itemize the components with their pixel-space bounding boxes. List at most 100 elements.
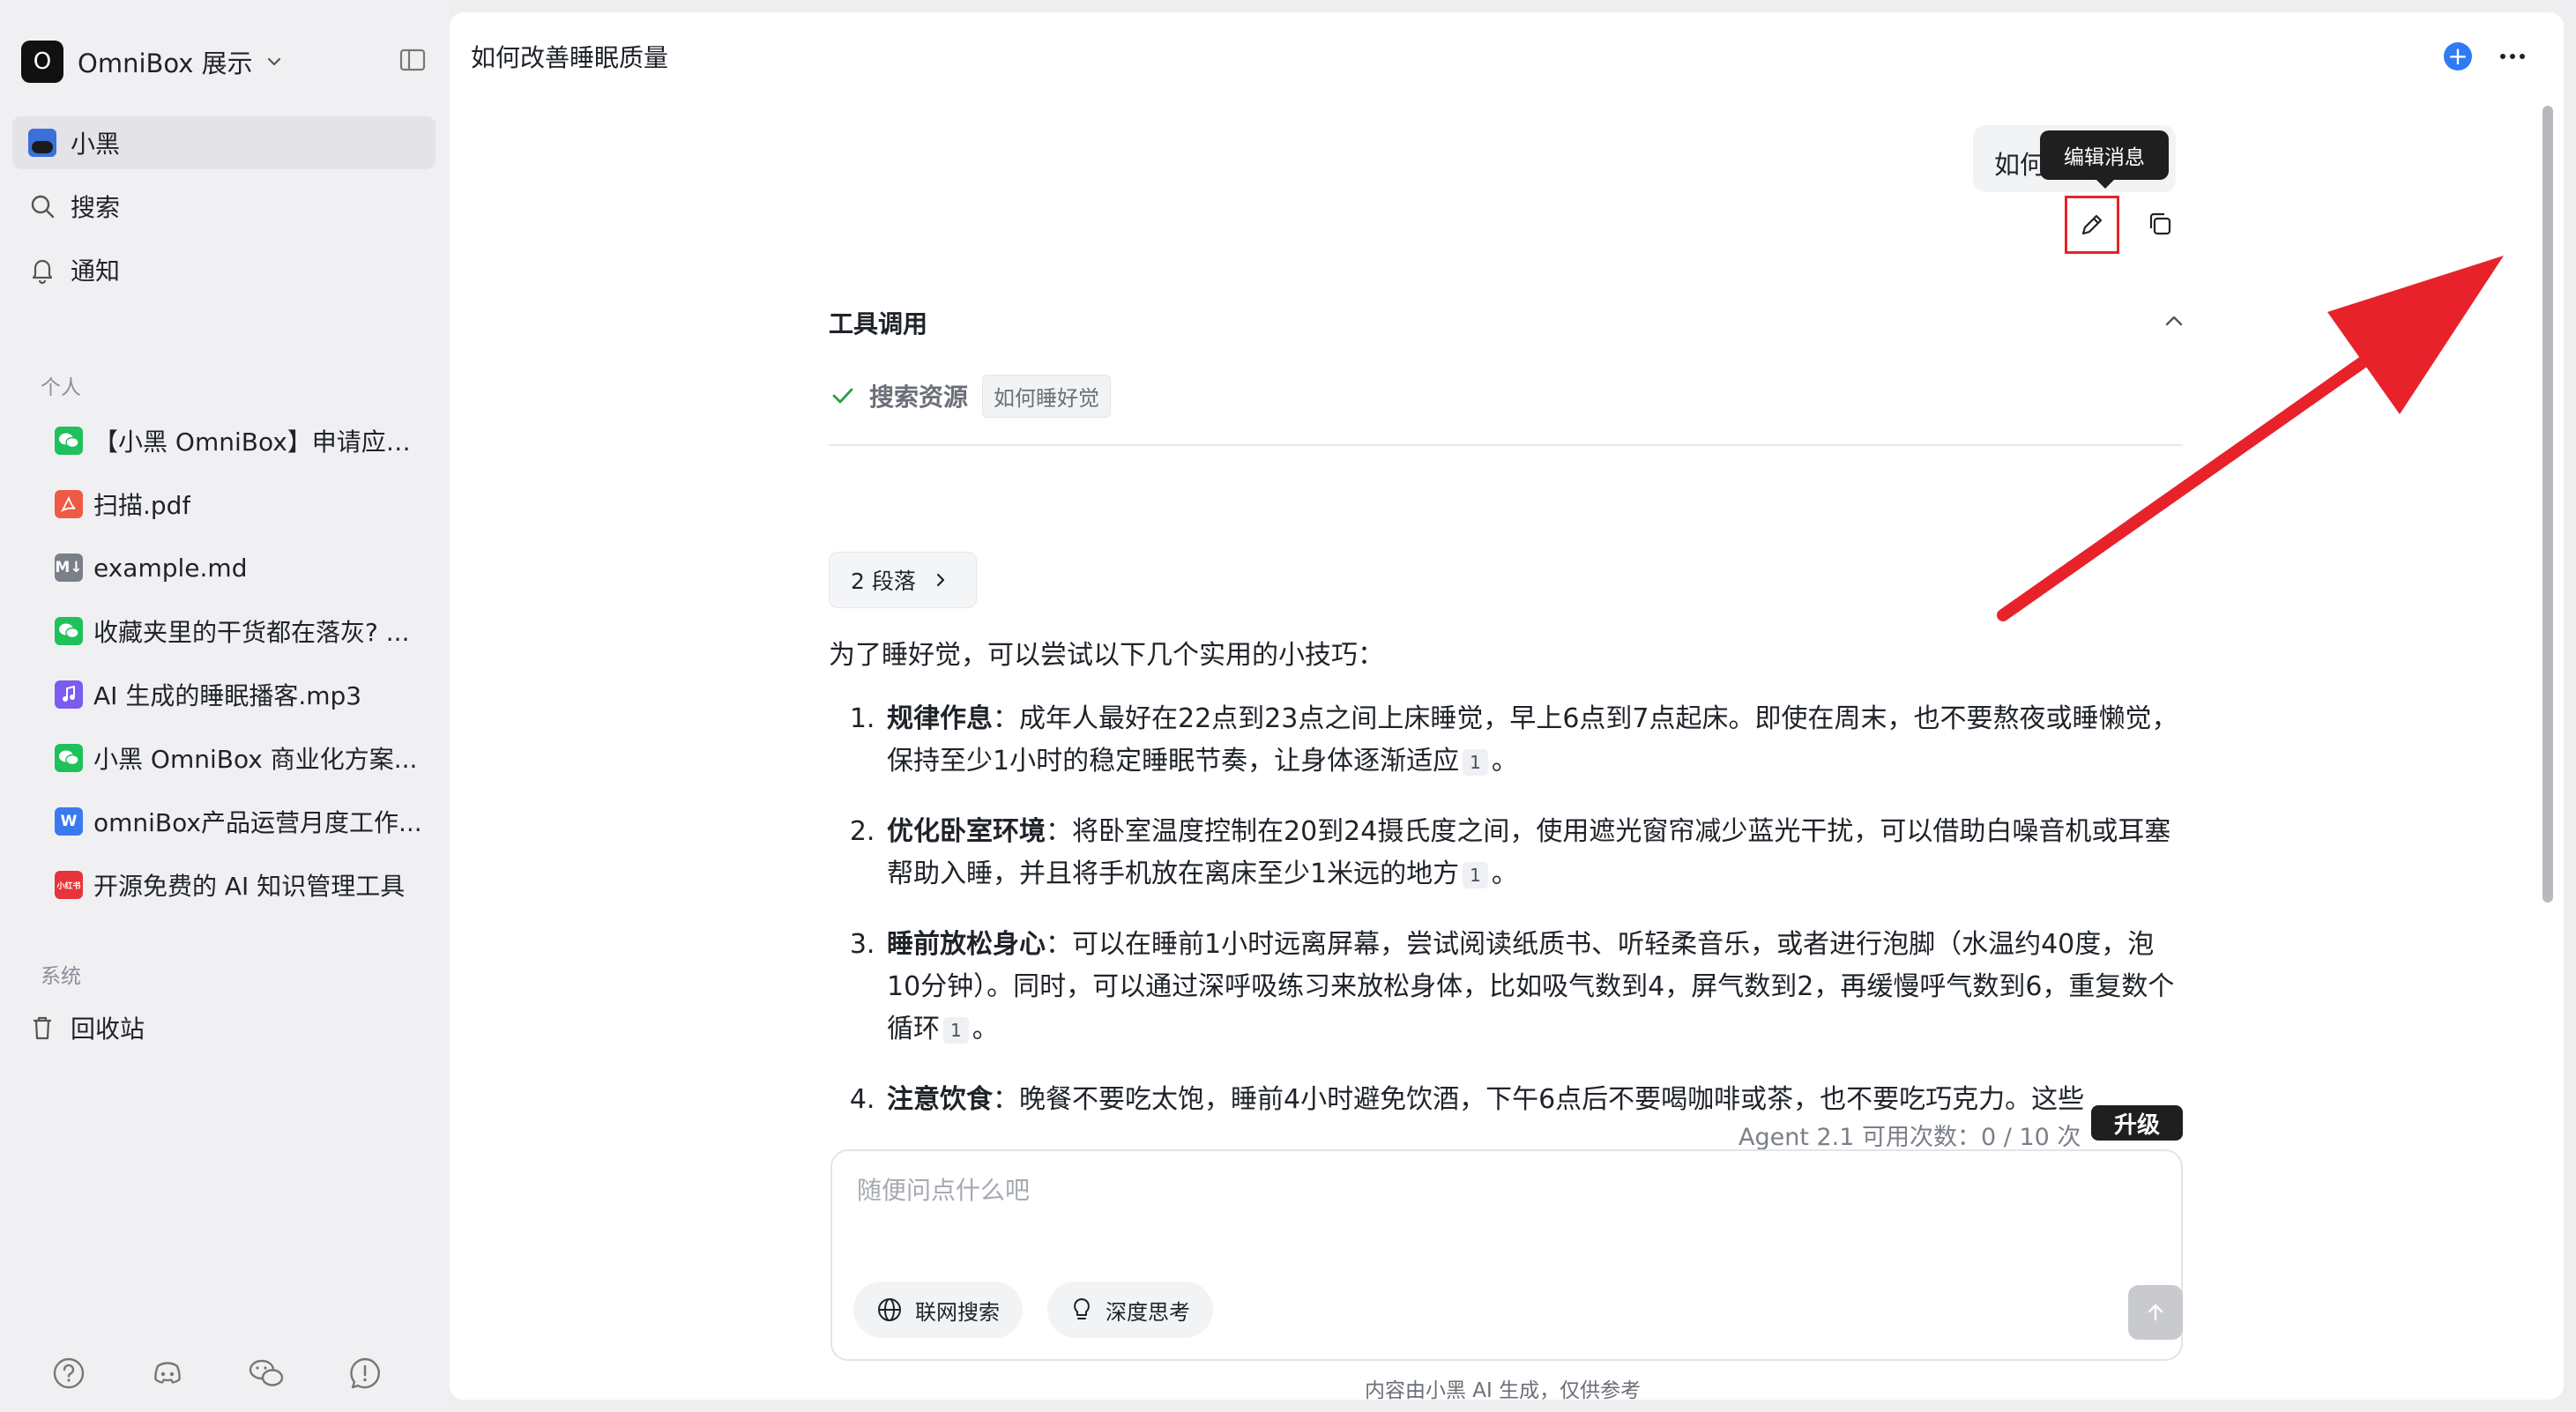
sidebar-item-label: 搜索 [71, 193, 121, 222]
file-item-label: AI 生成的睡眠播客.mp3 [93, 681, 362, 710]
file-item-label: 【小黑 OmniBox】申请应聘... [93, 427, 434, 457]
globe-icon [878, 1298, 901, 1321]
chat-panel: 如何改善睡眠质量 + 如何 编辑消息 工具调用 搜索资源 如何睡好觉 2 段落 … [450, 12, 2564, 1400]
tip-end: 。 [1491, 858, 1518, 889]
file-item-label: 收藏夹里的干货都在落灰? ... [93, 618, 410, 647]
file-item-label: omniBox产品运营月度工作... [93, 808, 422, 837]
web-search-toggle[interactable]: 联网搜索 [853, 1282, 1023, 1338]
tip-title: 睡前放松身心 [887, 929, 1046, 960]
tool-name: 搜索资源 [869, 383, 969, 412]
sidebar-item-label: 通知 [71, 256, 121, 286]
section-label-personal: 个人 [41, 376, 81, 399]
list-item: 睡前放松身心：可以在睡前1小时远离屏幕，尝试阅读纸质书、听轻柔音乐，或者进行泡脚… [883, 924, 2186, 1051]
sidebar-item-search[interactable]: 搜索 [12, 180, 436, 233]
arrow-up-icon [2148, 1304, 2163, 1321]
agent-quota-text: Agent 2.1 可用次数：0 / 10 次 [1738, 1124, 2081, 1151]
web-search-label: 联网搜索 [915, 1299, 1000, 1325]
edit-message-tooltip: 编辑消息 [2040, 130, 2169, 189]
tip-end: 。 [972, 1014, 999, 1044]
file-item[interactable]: 【小黑 OmniBox】申请应聘... [55, 415, 434, 466]
help-icon[interactable] [49, 1354, 88, 1393]
sidebar: O OmniBox 展示 小黑 搜索 通知 个人 【小黑 OmniBox】申请应… [0, 0, 450, 1412]
tip-title: 注意饮食 [887, 1084, 993, 1115]
upgrade-button[interactable]: 升级 [2091, 1105, 2183, 1141]
assistant-answer: 为了睡好觉，可以尝试以下几个实用的小技巧： 规律作息：成年人最好在22点到23点… [829, 635, 2186, 1121]
workspace-logo: O [21, 41, 63, 83]
answer-intro: 为了睡好觉，可以尝试以下几个实用的小技巧： [829, 640, 1384, 671]
pdf-icon [55, 490, 83, 518]
file-item[interactable]: 扫描.pdf [55, 479, 434, 530]
workspace-name: OmniBox 展示 [78, 48, 253, 78]
tip-separator: ： [993, 703, 1019, 734]
sidebar-item-notifications[interactable]: 通知 [12, 243, 436, 296]
discord-icon[interactable] [148, 1354, 187, 1393]
list-item: 优化卧室环境：将卧室温度控制在20到24摄氏度之间，使用遮光窗帘减少蓝光干扰，可… [883, 811, 2186, 896]
xiaohongshu-icon: 小红书 [55, 871, 83, 899]
chevron-right-icon [936, 573, 944, 587]
sidebar-item-label: 回收站 [71, 1014, 145, 1044]
tip-text: 将卧室温度控制在20到24摄氏度之间，使用遮光窗帘减少蓝光干扰，可以借助白噪音机… [887, 816, 2171, 889]
file-item-label: 扫描.pdf [93, 491, 191, 520]
copy-icon [2149, 212, 2171, 235]
sidebar-toggle-icon[interactable] [398, 46, 427, 74]
trash-icon [26, 1012, 58, 1044]
search-icon [26, 190, 58, 222]
wechat-community-icon[interactable] [247, 1354, 286, 1393]
workspace-switcher[interactable]: O OmniBox 展示 [21, 39, 285, 85]
deep-think-label: 深度思考 [1106, 1299, 1190, 1325]
citation-badge[interactable]: 1 [943, 1016, 969, 1044]
avatar-icon [26, 127, 58, 159]
tool-call-row: 搜索资源 如何睡好觉 [829, 374, 1112, 418]
edit-message-button[interactable] [2065, 196, 2119, 254]
tip-title: 规律作息 [887, 703, 993, 734]
audio-icon [55, 680, 83, 709]
file-item[interactable]: M↓ example.md [55, 542, 434, 593]
tip-text: 晚餐不要吃太饱，睡前4小时避免饮酒，下午6点后不要喝咖啡或茶，也不要吃巧克力。这… [1019, 1084, 2085, 1115]
file-item[interactable]: 小黑 OmniBox 商业化方案... [55, 732, 434, 784]
citation-badge[interactable]: 1 [1463, 861, 1488, 888]
message-composer: 联网搜索 深度思考 [830, 1149, 2183, 1361]
wechat-icon [55, 744, 83, 772]
chevron-down-icon [267, 57, 280, 66]
feedback-icon[interactable] [346, 1354, 384, 1393]
tool-calls-title: 工具调用 [829, 309, 928, 338]
list-item: 注意饮食：晚餐不要吃太饱，睡前4小时避免饮酒，下午6点后不要喝咖啡或茶，也不要吃… [883, 1079, 2186, 1121]
sidebar-item-xiaohei[interactable]: 小黑 [12, 116, 436, 169]
wechat-icon [55, 617, 83, 645]
sidebar-item-label: 小黑 [71, 130, 121, 159]
check-icon [832, 388, 853, 404]
file-item[interactable]: 小红书 开源免费的 AI 知识管理工具 [55, 859, 434, 910]
tip-title: 优化卧室环境 [887, 816, 1046, 847]
annotation-arrow-icon [1997, 256, 2504, 621]
chevron-up-icon[interactable] [2160, 307, 2188, 335]
divider [829, 444, 2183, 446]
tip-separator: ： [1046, 929, 1072, 960]
file-item[interactable]: W omniBox产品运营月度工作... [55, 796, 434, 847]
citation-badge[interactable]: 1 [1463, 748, 1488, 776]
tip-separator: ： [993, 1084, 1019, 1115]
file-item[interactable]: 收藏夹里的干货都在落灰? ... [55, 606, 434, 657]
send-button[interactable] [2128, 1285, 2183, 1340]
tip-separator: ： [1046, 816, 1072, 847]
tip-end: 。 [1491, 746, 1518, 777]
markdown-icon: M↓ [55, 554, 83, 582]
file-item-label: 小黑 OmniBox 商业化方案... [93, 745, 418, 774]
file-item-label: 开源免费的 AI 知识管理工具 [93, 872, 406, 901]
pencil-icon [2081, 214, 2103, 235]
sidebar-item-trash[interactable]: 回收站 [12, 1001, 436, 1054]
deep-think-toggle[interactable]: 深度思考 [1047, 1282, 1213, 1338]
scrollbar[interactable] [2542, 106, 2553, 903]
message-input[interactable] [857, 1176, 2091, 1205]
file-item[interactable]: AI 生成的睡眠播客.mp3 [55, 669, 434, 720]
new-chat-button[interactable]: + [2444, 42, 2472, 71]
tip-text: 可以在睡前1小时远离屏幕，尝试阅读纸质书、听轻柔音乐，或者进行泡脚（水温约40度… [887, 929, 2175, 1044]
section-label-system: 系统 [41, 965, 81, 988]
paragraphs-button[interactable]: 2 段落 [829, 552, 977, 608]
list-item: 规律作息：成年人最好在22点到23点之间上床睡觉，早上6点到7点起床。即使在周末… [883, 698, 2186, 783]
word-icon: W [55, 807, 83, 836]
paragraphs-label: 2 段落 [851, 569, 916, 594]
more-options-icon[interactable] [2495, 42, 2530, 71]
copy-message-button[interactable] [2142, 206, 2178, 242]
bell-icon [26, 254, 58, 286]
file-item-label: example.md [93, 553, 248, 583]
